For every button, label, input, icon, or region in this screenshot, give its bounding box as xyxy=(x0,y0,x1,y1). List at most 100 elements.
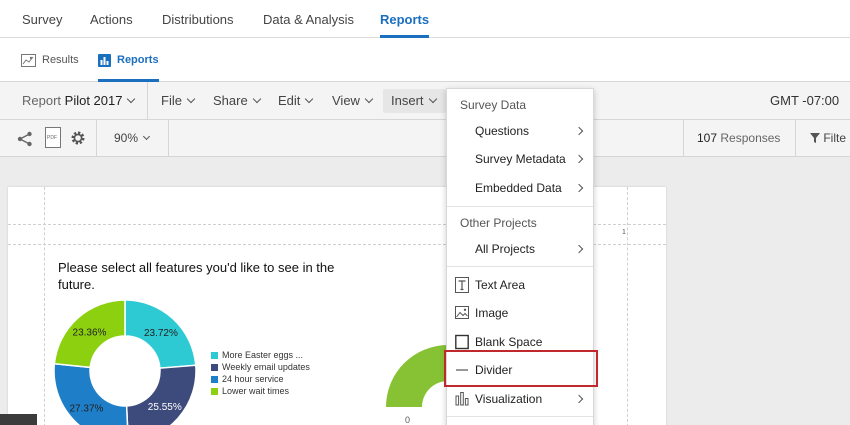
view-label: View xyxy=(332,93,360,108)
chevron-down-icon xyxy=(305,94,314,104)
highlight-box xyxy=(444,350,598,387)
menu-item-label: Image xyxy=(475,306,509,320)
bar-chart-icon xyxy=(98,53,111,67)
divider xyxy=(168,120,169,157)
responses-label: Responses xyxy=(720,131,781,145)
section-other-projects: Other Projects xyxy=(460,216,537,230)
menu-item-label: Questions xyxy=(475,124,530,138)
divider xyxy=(96,120,97,157)
chevron-down-icon xyxy=(364,94,374,104)
menu-item-image[interactable]: Image xyxy=(447,300,593,326)
slice-value-label: 23.36% xyxy=(73,328,107,339)
chevron-down-icon xyxy=(186,94,196,104)
zoom-value: 90% xyxy=(114,131,139,145)
chevron-down-icon xyxy=(127,94,136,104)
responses-number: 107 xyxy=(697,131,718,145)
tab-data-analysis[interactable]: Data & Analysis xyxy=(263,0,354,38)
chevron-right-icon xyxy=(574,154,584,164)
legend-swatch xyxy=(211,363,218,371)
legend-swatch xyxy=(211,351,218,359)
divider xyxy=(795,120,796,157)
question-title: Please select all features you'd like to… xyxy=(58,260,335,292)
image-icon xyxy=(455,306,469,319)
menu-item-embedded-data[interactable]: Embedded Data xyxy=(447,175,593,201)
timezone-label: GMT -07:00 Ame xyxy=(770,93,840,146)
top-nav: Survey Actions Distributions Data & Anal… xyxy=(0,0,850,38)
legend-label: Weekly email updates xyxy=(222,362,310,372)
menu-item-visualization[interactable]: Visualization xyxy=(447,386,593,412)
gear-icon[interactable] xyxy=(70,130,86,146)
slice-value-label: 25.55% xyxy=(148,402,182,413)
legend-swatch xyxy=(211,375,218,383)
insert-label: Insert xyxy=(391,93,424,108)
edit-menu[interactable]: Edit xyxy=(278,82,314,120)
gauge-min-label: 0 xyxy=(405,415,410,425)
filter-label: Filte xyxy=(823,131,847,145)
margin-guide xyxy=(627,187,628,425)
slice-value-label: 23.72% xyxy=(144,328,178,339)
menu-item-all-projects[interactable]: All Projects xyxy=(447,236,593,262)
share-label: Share xyxy=(213,93,248,108)
icon-toolbar: PDF 90% 107 Responses Filte xyxy=(0,120,850,157)
share-menu[interactable]: Share xyxy=(213,82,261,120)
chart-legend: More Easter eggs ... Weekly email update… xyxy=(211,349,310,397)
menu-item-label: Survey Metadata xyxy=(475,152,566,166)
menu-divider xyxy=(447,416,593,417)
divider xyxy=(147,82,148,120)
report-prefix: Report xyxy=(22,93,62,108)
blank-space-icon xyxy=(455,334,469,350)
menu-item-text-area[interactable]: Text Area xyxy=(447,272,593,298)
chevron-down-icon xyxy=(252,94,261,104)
section-survey-data: Survey Data xyxy=(460,98,527,112)
filter-button[interactable]: Filte xyxy=(810,120,846,157)
sub-nav: Results Reports xyxy=(0,38,850,82)
filter-icon xyxy=(810,133,820,143)
legend-item: More Easter eggs ... xyxy=(211,349,310,361)
report-selector[interactable]: Report Pilot 2017 xyxy=(22,82,136,120)
legend-label: More Easter eggs ... xyxy=(222,350,304,360)
pdf-icon[interactable]: PDF xyxy=(45,127,61,148)
gauge-arc xyxy=(386,345,448,407)
zoom-select[interactable]: 90% xyxy=(114,120,151,157)
legend-item: 24 hour service xyxy=(211,373,310,385)
tab-actions[interactable]: Actions xyxy=(90,0,133,38)
visualization-icon xyxy=(455,392,469,406)
chevron-right-icon xyxy=(574,183,584,193)
chevron-down-icon xyxy=(428,94,437,104)
margin-guide xyxy=(44,187,45,425)
responses-count: 107 Responses xyxy=(697,120,780,157)
chevron-down-icon xyxy=(142,132,151,141)
share-icon[interactable] xyxy=(17,131,33,147)
subtab-results[interactable]: Results xyxy=(21,38,79,82)
legend-item: Weekly email updates xyxy=(211,361,310,373)
text-area-icon xyxy=(455,277,469,293)
subtab-reports[interactable]: Reports xyxy=(98,38,159,82)
file-label: File xyxy=(161,93,182,108)
menu-item-questions[interactable]: Questions xyxy=(447,118,593,144)
menu-item-label: All Projects xyxy=(475,242,536,256)
chevron-right-icon xyxy=(574,126,584,136)
donut-slice xyxy=(54,362,129,425)
menu-item-label: Embedded Data xyxy=(475,181,562,195)
subtab-reports-label: Reports xyxy=(117,54,159,66)
chevron-right-icon xyxy=(574,394,584,404)
pdf-icon-text: PDF xyxy=(47,135,57,141)
tab-distributions[interactable]: Distributions xyxy=(162,0,234,38)
legend-swatch xyxy=(211,387,218,395)
menu-item-survey-metadata[interactable]: Survey Metadata xyxy=(447,146,593,172)
chevron-right-icon xyxy=(574,244,584,254)
legend-item: Lower wait times xyxy=(211,385,310,397)
page-number: 1 xyxy=(622,229,626,236)
edit-label: Edit xyxy=(278,93,301,108)
tab-reports[interactable]: Reports xyxy=(380,0,430,38)
file-menu[interactable]: File xyxy=(161,82,196,120)
donut-slice xyxy=(125,364,197,425)
insert-menu[interactable]: Insert xyxy=(391,82,437,120)
menu-divider xyxy=(447,206,593,207)
menu-item-label: Text Area xyxy=(475,278,526,292)
divider xyxy=(683,120,684,157)
results-icon xyxy=(21,53,36,67)
side-panel-tab[interactable] xyxy=(0,414,37,425)
view-menu[interactable]: View xyxy=(332,82,374,120)
tab-survey[interactable]: Survey xyxy=(22,0,62,38)
